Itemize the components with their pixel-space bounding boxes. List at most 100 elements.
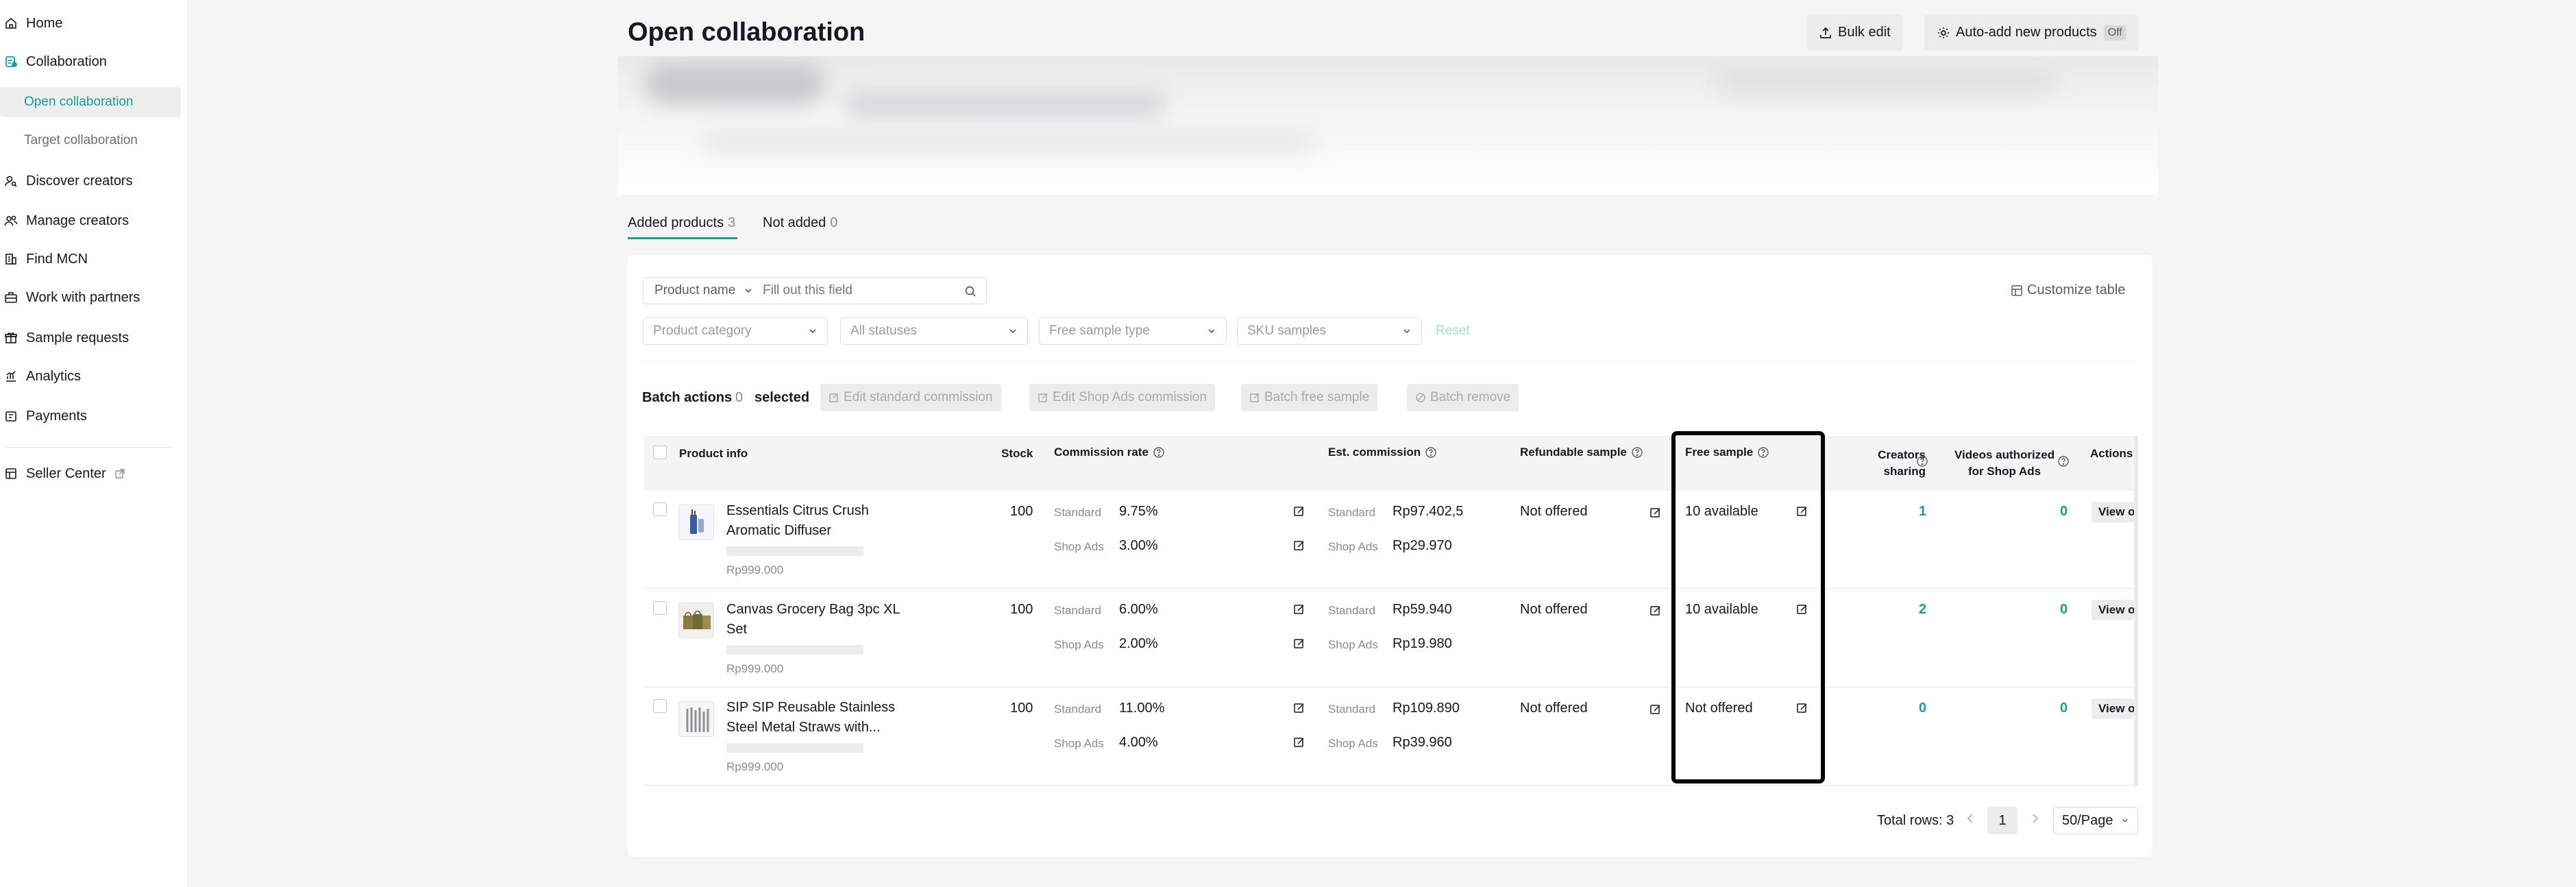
stock-value: 100: [1010, 602, 1033, 617]
view-button[interactable]: View on: [2092, 502, 2134, 522]
edit-standard-commission-button[interactable]: Edit standard commission: [820, 384, 1001, 411]
view-button[interactable]: View on: [2092, 698, 2134, 719]
help-icon[interactable]: [1916, 455, 1928, 467]
view-button[interactable]: View on: [2092, 600, 2134, 620]
batch-actions-label: Batch actions: [642, 390, 733, 405]
search-icon[interactable]: [964, 285, 977, 297]
sidebar-item-home[interactable]: Home: [0, 8, 181, 38]
table-settings-icon: [2011, 284, 2022, 296]
row-checkbox[interactable]: [653, 699, 667, 713]
stock-value: 100: [1010, 504, 1033, 519]
batch-free-sample-button[interactable]: Batch free sample: [1241, 384, 1378, 411]
product-thumbnail[interactable]: [678, 603, 714, 638]
sidebar-item-discover-creators[interactable]: Discover creators: [0, 166, 181, 196]
help-icon[interactable]: [1153, 446, 1165, 459]
videos-authorized-count[interactable]: 0: [2060, 504, 2068, 520]
est-commission-standard: Rp59.940: [1393, 602, 1452, 617]
auto-add-products-button[interactable]: Auto-add new products Off: [1924, 14, 2139, 51]
sidebar-item-target-collaboration[interactable]: Target collaboration: [0, 125, 181, 156]
sidebar-item-analytics[interactable]: Analytics: [0, 361, 181, 391]
column-header-commission-rate: Commission rate: [1054, 446, 1165, 459]
straws-image: [679, 702, 713, 736]
videos-authorized-count[interactable]: 0: [2060, 602, 2068, 618]
wallet-icon: [3, 408, 19, 424]
edit-icon[interactable]: [1796, 505, 1808, 518]
external-link-icon: [114, 468, 125, 479]
help-icon[interactable]: [1425, 446, 1437, 459]
row-divider: [643, 687, 2137, 688]
edit-icon[interactable]: [1293, 505, 1305, 518]
sidebar-item-sample-requests[interactable]: Sample requests: [0, 323, 181, 353]
commission-label-shop-ads: Shop Ads: [1054, 737, 1104, 750]
edit-icon[interactable]: [1293, 637, 1305, 650]
edit-icon[interactable]: [1796, 603, 1808, 616]
blurred-banner: [618, 56, 2158, 195]
edit-icon[interactable]: [1293, 736, 1305, 749]
diffuser-image: [679, 505, 713, 539]
sidebar-item-find-mcn[interactable]: Find MCN: [0, 244, 181, 274]
sidebar-item-label: Discover creators: [26, 173, 133, 189]
product-thumbnail[interactable]: [678, 701, 714, 737]
column-header-actions: Actions: [2090, 447, 2133, 460]
select-all-checkbox[interactable]: [653, 446, 667, 459]
commission-rate-shop-ads: 3.00%: [1119, 538, 1158, 553]
help-icon[interactable]: [1757, 446, 1769, 459]
select-placeholder: SKU samples: [1247, 324, 1327, 338]
creators-sharing-count[interactable]: 1: [1919, 504, 1926, 520]
prev-page-button[interactable]: [1965, 812, 1975, 829]
product-thumbnail[interactable]: [678, 505, 714, 540]
help-icon[interactable]: [2057, 455, 2070, 467]
edit-icon[interactable]: [1796, 702, 1808, 714]
edit-icon[interactable]: [1293, 539, 1305, 552]
tab-label: Not added: [763, 215, 826, 230]
upload-icon: [1820, 27, 1831, 38]
est-commission-standard: Rp97.402,5: [1393, 504, 1464, 519]
edit-icon[interactable]: [1293, 603, 1305, 616]
row-checkbox[interactable]: [653, 601, 667, 615]
sidebar-item-manage-creators[interactable]: Manage creators: [0, 206, 181, 236]
page-size-select[interactable]: 50/Page: [2053, 807, 2138, 834]
next-page-button[interactable]: [2031, 812, 2040, 829]
edit-icon[interactable]: [1649, 703, 1662, 716]
sku-samples-select[interactable]: SKU samples: [1237, 317, 1422, 345]
sidebar-item-seller-center[interactable]: Seller Center: [0, 459, 181, 489]
tab-added-products[interactable]: Added products 3: [628, 215, 735, 231]
edit-icon[interactable]: [1649, 507, 1662, 519]
product-name[interactable]: Canvas Grocery Bag 3pc XL Set: [726, 600, 905, 640]
table-horizontal-scroll-edge: [2134, 436, 2138, 786]
sidebar-item-payments[interactable]: Payments: [0, 401, 181, 431]
page-number-current[interactable]: 1: [1987, 807, 2017, 834]
sidebar-item-work-with-partners[interactable]: Work with partners: [0, 282, 181, 313]
sidebar-item-collaboration[interactable]: Collaboration: [0, 47, 181, 77]
row-checkbox[interactable]: [653, 502, 667, 516]
est-label-standard: Standard: [1328, 604, 1375, 617]
chevron-down-icon: [1009, 329, 1016, 334]
commission-label-standard: Standard: [1054, 703, 1101, 716]
batch-selected-label: selected: [755, 390, 810, 405]
product-name[interactable]: Essentials Citrus Crush Aromatic Diffuse…: [726, 501, 905, 541]
batch-remove-button[interactable]: Batch remove: [1407, 384, 1519, 411]
commission-rate-shop-ads: 2.00%: [1119, 636, 1158, 651]
edit-icon: [829, 393, 839, 402]
edit-icon[interactable]: [1649, 605, 1662, 617]
sidebar-item-open-collaboration[interactable]: Open collaboration: [0, 87, 181, 117]
product-search-input[interactable]: [763, 283, 955, 298]
reset-button[interactable]: Reset: [1436, 324, 1470, 339]
creators-sharing-count[interactable]: 0: [1919, 701, 1926, 716]
edit-icon[interactable]: [1293, 702, 1305, 714]
product-field-select[interactable]: Product name: [643, 278, 763, 304]
bulk-edit-button[interactable]: Bulk edit: [1806, 14, 1903, 51]
sidebar-item-label: Payments: [26, 408, 87, 424]
product-category-select[interactable]: Product category: [643, 317, 828, 345]
button-label: Batch free sample: [1264, 390, 1370, 404]
free-sample-type-select[interactable]: Free sample type: [1039, 317, 1227, 345]
creators-sharing-count[interactable]: 2: [1919, 602, 1926, 618]
help-icon[interactable]: [1631, 446, 1643, 459]
edit-shop-ads-commission-button[interactable]: Edit Shop Ads commission: [1029, 384, 1215, 411]
product-name[interactable]: SIP SIP Reusable Stainless Steel Metal S…: [726, 698, 905, 738]
tab-not-added[interactable]: Not added 0: [763, 215, 837, 231]
videos-authorized-count[interactable]: 0: [2060, 701, 2068, 716]
status-select[interactable]: All statuses: [840, 317, 1028, 345]
customize-table-button[interactable]: Customize table: [2011, 282, 2125, 298]
est-commission-shop-ads: Rp19.980: [1393, 636, 1452, 651]
